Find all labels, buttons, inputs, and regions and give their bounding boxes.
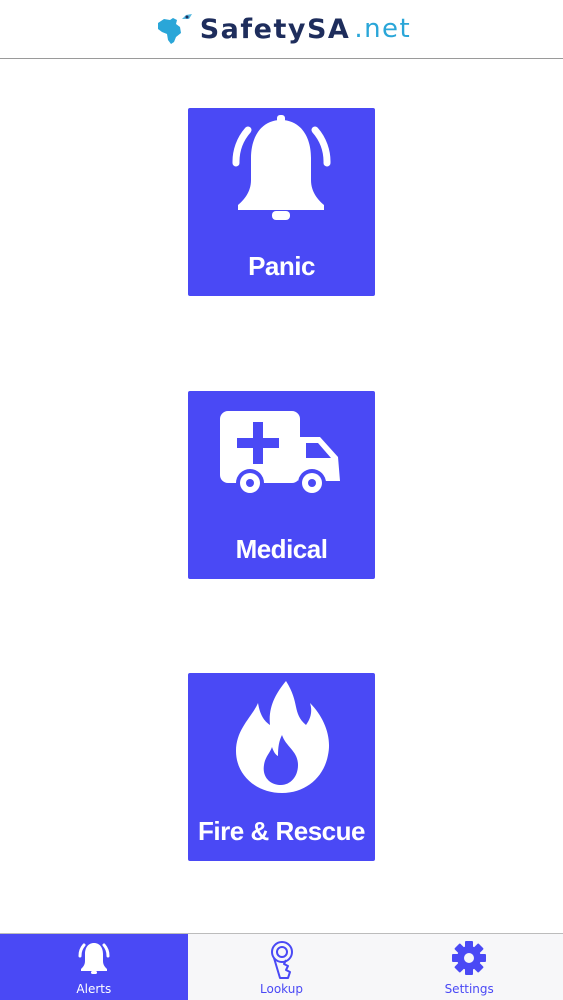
africa-globe-icon	[157, 14, 192, 44]
fire-rescue-label: Fire & Rescue	[198, 816, 365, 846]
panic-button[interactable]: Panic	[188, 108, 375, 296]
fire-rescue-button[interactable]: Fire & Rescue	[188, 673, 375, 861]
gear-icon	[452, 941, 487, 975]
nav-label-lookup: Lookup	[260, 982, 303, 996]
bell-icon	[188, 108, 375, 238]
medical-label: Medical	[235, 534, 328, 564]
nav-tab-lookup[interactable]: Lookup	[188, 934, 376, 1000]
panic-label: Panic	[248, 251, 315, 281]
medical-button[interactable]: Medical	[188, 391, 375, 579]
nav-tab-alerts[interactable]: Alerts	[0, 934, 188, 1000]
nav-label-settings: Settings	[444, 982, 494, 996]
bottom-nav: Alerts Lookup Settings	[0, 933, 563, 1000]
nav-tab-settings[interactable]: Settings	[375, 934, 563, 1000]
nav-label-alerts: Alerts	[76, 982, 112, 996]
ambulance-icon	[188, 391, 375, 521]
fire-icon	[188, 673, 375, 803]
logo-brand: SafetySA	[199, 13, 351, 45]
key-icon	[270, 941, 293, 979]
logo: SafetySA .net	[152, 11, 412, 47]
logo-tld: .net	[354, 14, 412, 44]
app-root: SafetySA .net Panic Medical Fire & Rescu…	[0, 0, 563, 1000]
app-header: SafetySA .net	[0, 0, 563, 59]
bell-icon	[78, 943, 110, 974]
